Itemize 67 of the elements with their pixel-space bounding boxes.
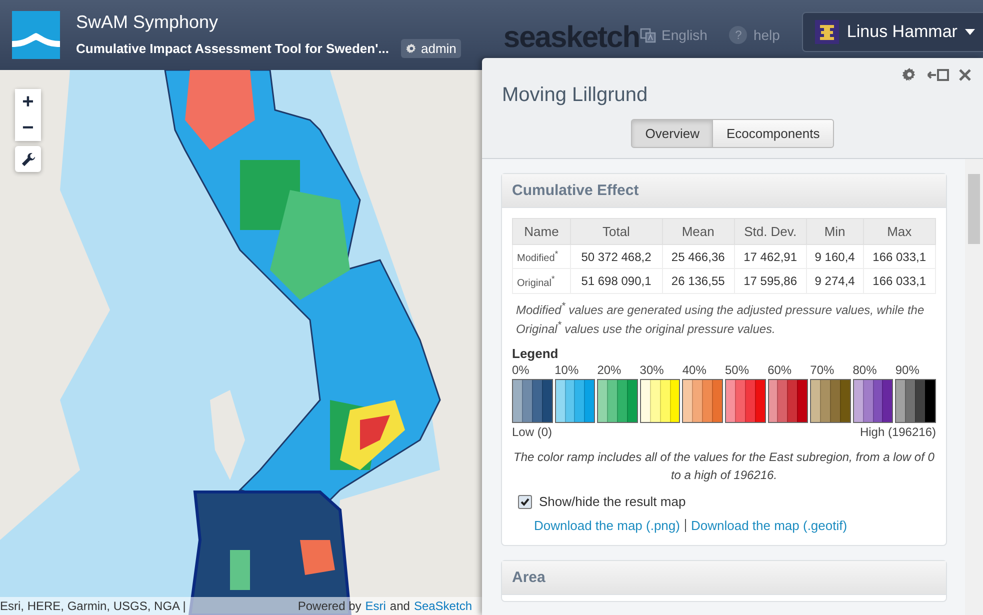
column-header: Mean	[662, 218, 734, 244]
table-cell: 9 160,4	[806, 244, 864, 269]
checkbox-label: Show/hide the result map	[539, 494, 686, 510]
table-footnote: Modified$^{*}$ values are generated using the adjusted pressure values, while the Original$^{*}$ values use the original pressure values.	[516, 300, 926, 338]
column-header: Name	[512, 218, 570, 244]
table-cell: Modified$^{*}$	[512, 244, 570, 269]
gear-icon	[406, 43, 417, 54]
map-view[interactable]: + − Esri, HERE, Garmin, USGS, NGA | Powered by Esri and SeaSketch	[0, 70, 482, 615]
legend-percent: 40%	[682, 363, 708, 378]
app-title: SwAM Symphony	[76, 12, 220, 33]
zoom-in-button[interactable]: +	[15, 89, 41, 115]
column-header: Min	[806, 218, 864, 244]
download-link[interactable]: Download the map (.png)	[534, 518, 680, 534]
card-heading: Area	[502, 561, 946, 596]
seasketch-link[interactable]: SeaSketch	[414, 599, 472, 613]
legend-high-label: High (196216)	[860, 425, 936, 440]
legend-percent: 30%	[640, 363, 665, 378]
admin-link[interactable]: admin	[401, 39, 462, 58]
table-cell: Original$^{*}$	[512, 268, 570, 294]
wave-logo-icon	[12, 11, 60, 59]
tab[interactable]: Ecocomponents	[713, 119, 834, 148]
table-cell: 51 698 090,1	[570, 268, 662, 294]
app-subtitle: Cumulative Impact Assessment Tool for Sweden'...	[76, 41, 389, 56]
tab[interactable]: Overview	[631, 119, 714, 148]
download-link[interactable]: Download the map (.geotif)	[690, 518, 848, 534]
legend-low-label: Low (0)	[512, 425, 552, 440]
card-heading: Cumulative Effect	[502, 174, 946, 208]
panel-title: Moving Lillgrund	[502, 84, 649, 107]
column-header: Std. Dev.	[734, 218, 806, 244]
avatar-icon	[814, 20, 839, 44]
legend-percent: 60%	[768, 363, 793, 378]
table-cell: 50 372 468,2	[570, 244, 662, 269]
table-cell: 17 462,91	[734, 244, 806, 269]
map-attribution: Esri, HERE, Garmin, USGS, NGA |	[0, 599, 186, 613]
table-cell: 17 595,86	[734, 268, 806, 294]
wrench-icon	[20, 152, 36, 166]
brand-wordmark: seasketch	[503, 21, 640, 55]
table-cell: 25 466,36	[662, 244, 734, 269]
legend-percent: 80%	[852, 363, 878, 378]
legend-percent: 0%	[512, 363, 530, 378]
table-cell: 26 136,55	[662, 268, 734, 294]
column-header: Total	[570, 218, 662, 244]
tools-button[interactable]	[15, 146, 41, 172]
legend-percent: 50%	[724, 363, 750, 378]
column-header: Max	[863, 218, 936, 244]
esri-link[interactable]: Esri	[365, 599, 386, 613]
question-icon: ?	[729, 26, 748, 44]
legend-percent: 90%	[895, 363, 920, 378]
scrollbar[interactable]	[965, 159, 983, 615]
legend-percent: 10%	[554, 363, 580, 378]
powered-by-text: Powered by	[298, 599, 362, 613]
zoom-out-button[interactable]: −	[15, 115, 41, 141]
table-cell: 166 033,1	[863, 244, 936, 269]
translate-icon	[640, 27, 656, 43]
legend-title: Legend	[512, 346, 560, 362]
user-menu-button[interactable]: Linus Hammar	[802, 12, 983, 52]
table-cell: 9 274,4	[806, 268, 864, 294]
caret-icon	[965, 29, 976, 35]
legend-percent: 70%	[810, 363, 836, 378]
legend-percent: 20%	[597, 363, 622, 378]
settings-icon[interactable]	[902, 67, 917, 82]
close-icon[interactable]	[959, 68, 971, 80]
color-ramp-note: The color ramp includes all of the values for the East subregion, from a low of 0 to a high of 196216.	[512, 449, 936, 484]
undock-icon[interactable]	[927, 68, 949, 82]
table-cell: 166 033,1	[863, 268, 936, 294]
and-text: and	[390, 599, 410, 613]
checkbox[interactable]	[518, 494, 532, 509]
